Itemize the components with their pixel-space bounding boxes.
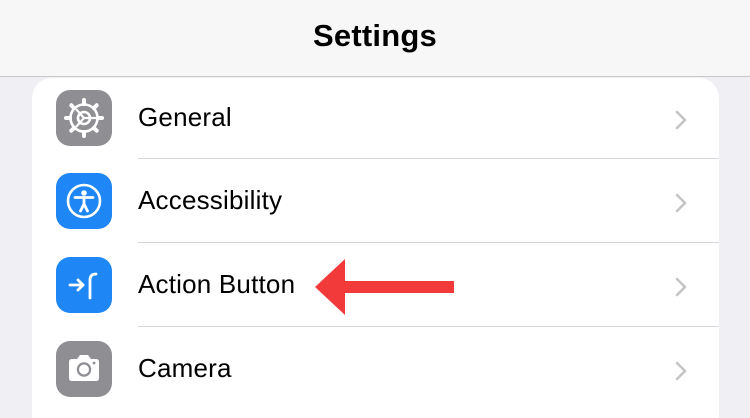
action-button-icon [56,257,112,313]
chevron-right-icon [675,110,687,130]
settings-row-camera[interactable]: Camera [32,327,719,411]
settings-row-general[interactable]: General [32,78,719,162]
settings-list: General Accessibility Action Button Came… [32,78,719,418]
accessibility-icon [56,173,112,229]
settings-row-label: Camera [138,353,232,383]
chevron-right-icon [675,361,687,381]
page-title: Settings [313,18,437,53]
camera-icon [56,341,112,397]
red-arrow-icon [315,259,454,315]
settings-row-label: Accessibility [138,185,283,215]
chevron-right-icon [675,277,687,297]
gear-icon [56,90,112,146]
navigation-bar: Settings [0,0,750,77]
settings-row-label: General [138,102,232,132]
chevron-right-icon [675,193,687,213]
settings-row-label: Action Button [138,269,296,299]
settings-row-accessibility[interactable]: Accessibility [32,159,719,243]
